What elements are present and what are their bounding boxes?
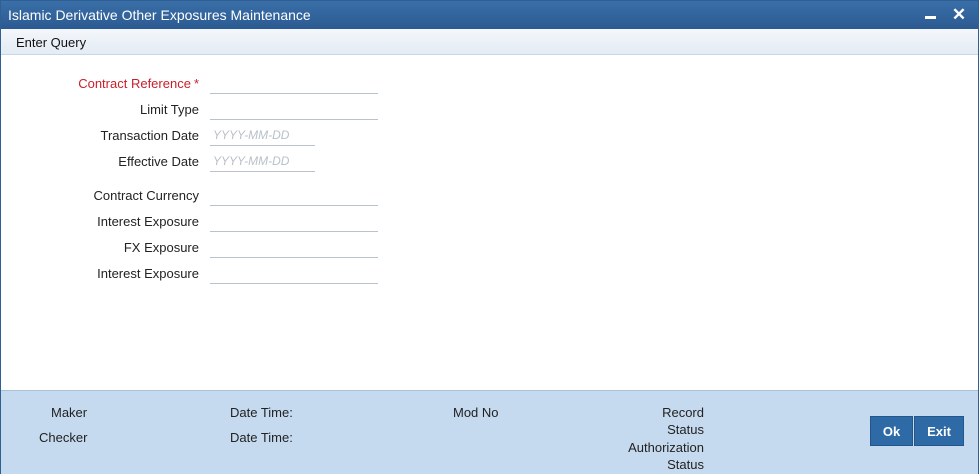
fx-exposure-field[interactable] (210, 236, 378, 258)
transaction-date-field[interactable] (210, 124, 315, 146)
window-title: Islamic Derivative Other Exposures Maint… (8, 7, 311, 23)
audit-footer: Maker Checker Date Time: Date Time: Mod … (1, 390, 978, 474)
interest-exposure-2-row: Interest Exposure (1, 262, 401, 286)
transaction-date-label: Transaction Date (100, 128, 199, 143)
required-marker: * (193, 76, 199, 91)
record-status-label: Record Status (662, 405, 704, 437)
mod-no-label: Mod No (453, 405, 499, 420)
checker-label: Checker (39, 430, 88, 445)
exposure-form: Contract Reference * Limit Type Transacti… (1, 55, 978, 389)
maintenance-window: Islamic Derivative Other Exposures Maint… (0, 0, 979, 474)
enter-query-menu-item[interactable]: Enter Query (16, 35, 86, 50)
minimize-button[interactable] (921, 5, 941, 25)
exit-button[interactable]: Exit (914, 416, 964, 446)
maker-label: Maker (51, 405, 88, 420)
contract-reference-row: Contract Reference * (1, 72, 401, 96)
interest-exposure-2-label: Interest Exposure (97, 266, 199, 281)
effective-date-label: Effective Date (118, 154, 199, 169)
fx-exposure-row: FX Exposure (1, 236, 401, 260)
close-icon: ✕ (951, 5, 967, 24)
checker-date-time-label: Date Time: (230, 430, 293, 445)
limit-type-field[interactable] (210, 98, 378, 120)
effective-date-field[interactable] (210, 150, 315, 172)
interest-exposure-2-field[interactable] (210, 262, 378, 284)
minimize-icon (925, 16, 936, 19)
limit-type-label: Limit Type (139, 102, 199, 117)
authorization-status-label: Authorization Status (628, 440, 704, 472)
contract-currency-label: Contract Currency (93, 188, 199, 203)
contract-reference-field[interactable] (210, 72, 378, 94)
menu-bar: Enter Query (1, 29, 978, 55)
effective-date-row: Effective Date (1, 150, 401, 174)
interest-exposure-field[interactable] (210, 210, 378, 232)
contract-reference-label: Contract Reference * (78, 76, 199, 91)
contract-currency-field[interactable] (210, 184, 378, 206)
interest-exposure-row: Interest Exposure (1, 210, 401, 234)
contract-currency-row: Contract Currency (1, 184, 401, 208)
limit-type-row: Limit Type (1, 98, 401, 122)
ok-button[interactable]: Ok (870, 416, 913, 446)
close-button[interactable]: ✕ (949, 5, 969, 25)
maker-date-time-label: Date Time: (230, 405, 293, 420)
title-bar: Islamic Derivative Other Exposures Maint… (1, 1, 978, 29)
transaction-date-row: Transaction Date (1, 124, 401, 148)
fx-exposure-label: FX Exposure (123, 240, 199, 255)
interest-exposure-label: Interest Exposure (97, 214, 199, 229)
